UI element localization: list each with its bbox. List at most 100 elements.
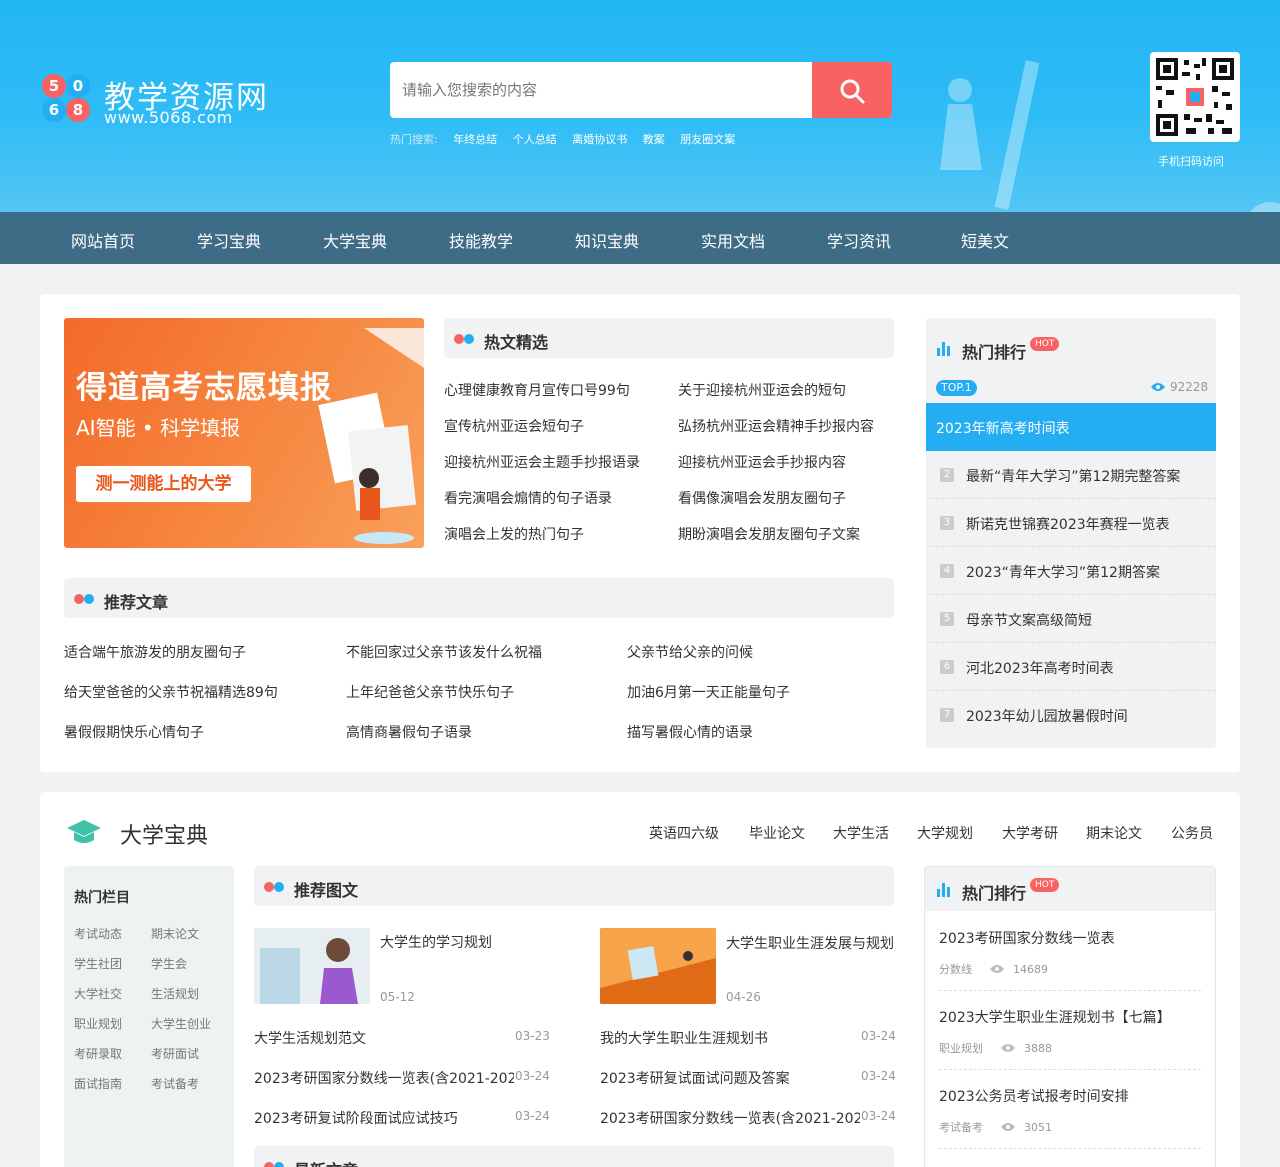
university-section-title: 大学宝典 [120,824,209,849]
column-link[interactable]: 大学生创业 [151,1015,211,1032]
university-tab[interactable]: 毕业论文 [749,823,805,843]
article-link[interactable]: 迎接杭州亚运会手抄报内容 [678,452,846,472]
article-link[interactable]: 看完演唱会煽情的句子语录 [444,488,612,508]
nav-knowledge[interactable]: 知识宝典 [575,228,639,252]
article-thumbnail[interactable] [254,928,370,1004]
rank-item-title: 2023年幼儿园放暑假时间 [966,709,1128,725]
article-date: 03-24 [861,1029,896,1043]
pic-article-date: 04-26 [726,990,761,1004]
university-tab[interactable]: 英语四六级 [649,823,719,843]
column-link[interactable]: 生活规划 [151,985,199,1002]
article-link[interactable]: 2023考研复试阶段面试应试技巧 [254,1108,514,1128]
hot-search-link[interactable]: 离婚协议书 [572,133,627,146]
pic-article-title[interactable]: 大学生职业生涯发展与规划 [726,932,896,956]
article-link[interactable]: 2023考研复试面试问题及答案 [600,1068,860,1088]
rank-article-link[interactable]: 2023考研国家分数线一览表 [939,928,1115,948]
logo-digit: 8 [66,98,90,122]
university-tab[interactable]: 期末论文 [1086,823,1142,843]
article-thumbnail[interactable] [600,928,716,1004]
rank-article-link[interactable]: 2023大学生职业生涯规划书【七篇】 [939,1007,1171,1027]
rank-article-meta: 考试备考 3051 [939,1119,1052,1135]
article-link[interactable]: 心理健康教育月宣传口号99句 [444,380,630,400]
hot-search-link[interactable]: 朋友圈文案 [680,133,735,146]
rank-article-link[interactable]: 2023公务员考试报考时间安排 [939,1086,1129,1106]
article-link[interactable]: 期盼演唱会发朋友圈句子文案 [678,524,860,544]
rank-article-views: 14689 [1013,963,1048,976]
column-link[interactable]: 考研录取 [74,1045,122,1062]
university-tab[interactable]: 公务员 [1171,823,1213,843]
article-link[interactable]: 适合端午旅游发的朋友圈句子 [64,642,246,662]
article-link[interactable]: 看偶像演唱会发朋友圈句子 [678,488,846,508]
student-reading-illustration [318,328,424,544]
column-link[interactable]: 大学社交 [74,985,122,1002]
section-title: 推荐文章 [104,593,169,612]
nav-home[interactable]: 网站首页 [71,228,135,252]
rank-item[interactable]: 5 母亲节文案高级简短 [926,595,1216,643]
rank-item-top[interactable]: 2023年新高考时间表 [926,403,1216,451]
search-button[interactable] [812,62,892,118]
rank-item[interactable]: 6 河北2023年高考时间表 [926,643,1216,691]
rank-article-meta: 分数线 14689 [939,961,1048,977]
site-logo[interactable]: 5 0 6 8 教学资源网 www.5068.com [42,74,267,130]
column-link[interactable]: 面试指南 [74,1075,122,1092]
article-link[interactable]: 弘扬杭州亚运会精神手抄报内容 [678,416,874,436]
column-link[interactable]: 期末论文 [151,925,199,942]
pic-article-title[interactable]: 大学生的学习规划 [380,932,492,952]
section-title: 最新文章 [294,1157,358,1167]
article-link[interactable]: 2023考研国家分数线一览表(含2021-2022) [254,1068,514,1088]
article-link[interactable]: 高情商暑假句子语录 [346,722,472,742]
thinking-student-illustration [254,928,370,1004]
bar-chart-icon [937,883,950,897]
article-link[interactable]: 给天堂爸爸的父亲节祝福精选89句 [64,682,278,702]
nav-university[interactable]: 大学宝典 [323,228,387,252]
hot-badge: HOT [1030,878,1060,892]
hot-search-link[interactable]: 年终总结 [453,133,497,146]
article-link[interactable]: 不能回家过父亲节该发什么祝福 [346,642,542,662]
rank-item[interactable]: 7 2023年幼儿园放暑假时间 [926,691,1216,739]
eye-icon [1000,1123,1015,1131]
column-link[interactable]: 考研面试 [151,1045,199,1062]
article-link[interactable]: 暑假假期快乐心情句子 [64,722,204,742]
article-link[interactable]: 加油6月第一天正能量句子 [627,682,790,702]
rank-item[interactable]: 3 斯诺克世锦赛2023年赛程一览表 [926,499,1216,547]
university-tab[interactable]: 大学生活 [833,823,889,843]
article-link[interactable]: 关于迎接杭州亚运会的短句 [678,380,846,400]
article-link[interactable]: 上年纪爸爸父亲节快乐句子 [346,682,514,702]
view-count: 92228 [1170,380,1209,394]
article-link[interactable]: 父亲节给父亲的问候 [627,642,753,662]
article-date: 03-24 [861,1109,896,1123]
column-link[interactable]: 学生会 [151,955,187,972]
article-date: 03-24 [861,1069,896,1083]
column-link[interactable]: 考试动态 [74,925,122,942]
rank-item[interactable]: 4 2023“青年大学习”第12期答案 [926,547,1216,595]
column-link[interactable]: 考试备考 [151,1075,199,1092]
article-link[interactable]: 宣传杭州亚运会短句子 [444,416,584,436]
nav-short-essays[interactable]: 短美文 [961,228,1009,252]
hot-search-link[interactable]: 个人总结 [513,133,557,146]
university-tab[interactable]: 大学考研 [1002,823,1058,843]
article-link[interactable]: 大学生活规划范文 [254,1028,514,1048]
rank-item[interactable]: 2 最新“青年大学习”第12期完整答案 [926,451,1216,499]
promo-banner[interactable]: 得道高考志愿填报 AI智能 • 科学填报 测一测能上的大学 [64,318,424,548]
article-link[interactable]: 2023考研国家分数线一览表(含2021-2022) [600,1108,860,1128]
student-illustration [940,60,1040,210]
hot-rank-title: 热门排行 [962,343,1027,362]
banner-cta-button[interactable]: 测一测能上的大学 [76,466,251,502]
article-link[interactable]: 我的大学生职业生涯规划书 [600,1028,860,1048]
article-link[interactable]: 描写暑假心情的语录 [627,722,753,742]
university-tab[interactable]: 大学规划 [917,823,973,843]
nav-news[interactable]: 学习资讯 [827,228,891,252]
article-link[interactable]: 迎接杭州亚运会主题手抄报语录 [444,452,640,472]
nav-documents[interactable]: 实用文档 [701,228,765,252]
column-link[interactable]: 职业规划 [74,1015,122,1032]
hot-search-link[interactable]: 教案 [643,133,665,146]
nav-skills[interactable]: 技能教学 [449,228,513,252]
graduation-cap-icon [67,820,101,843]
search-icon [840,79,865,104]
nav-study[interactable]: 学习宝典 [197,228,261,252]
rank-article-meta: 职业规划 3888 [939,1040,1052,1056]
column-link[interactable]: 学生社团 [74,955,122,972]
article-link[interactable]: 演唱会上发的热门句子 [444,524,584,544]
qr-caption: 手机扫码访问 [1158,155,1224,168]
search-input[interactable] [390,62,810,118]
